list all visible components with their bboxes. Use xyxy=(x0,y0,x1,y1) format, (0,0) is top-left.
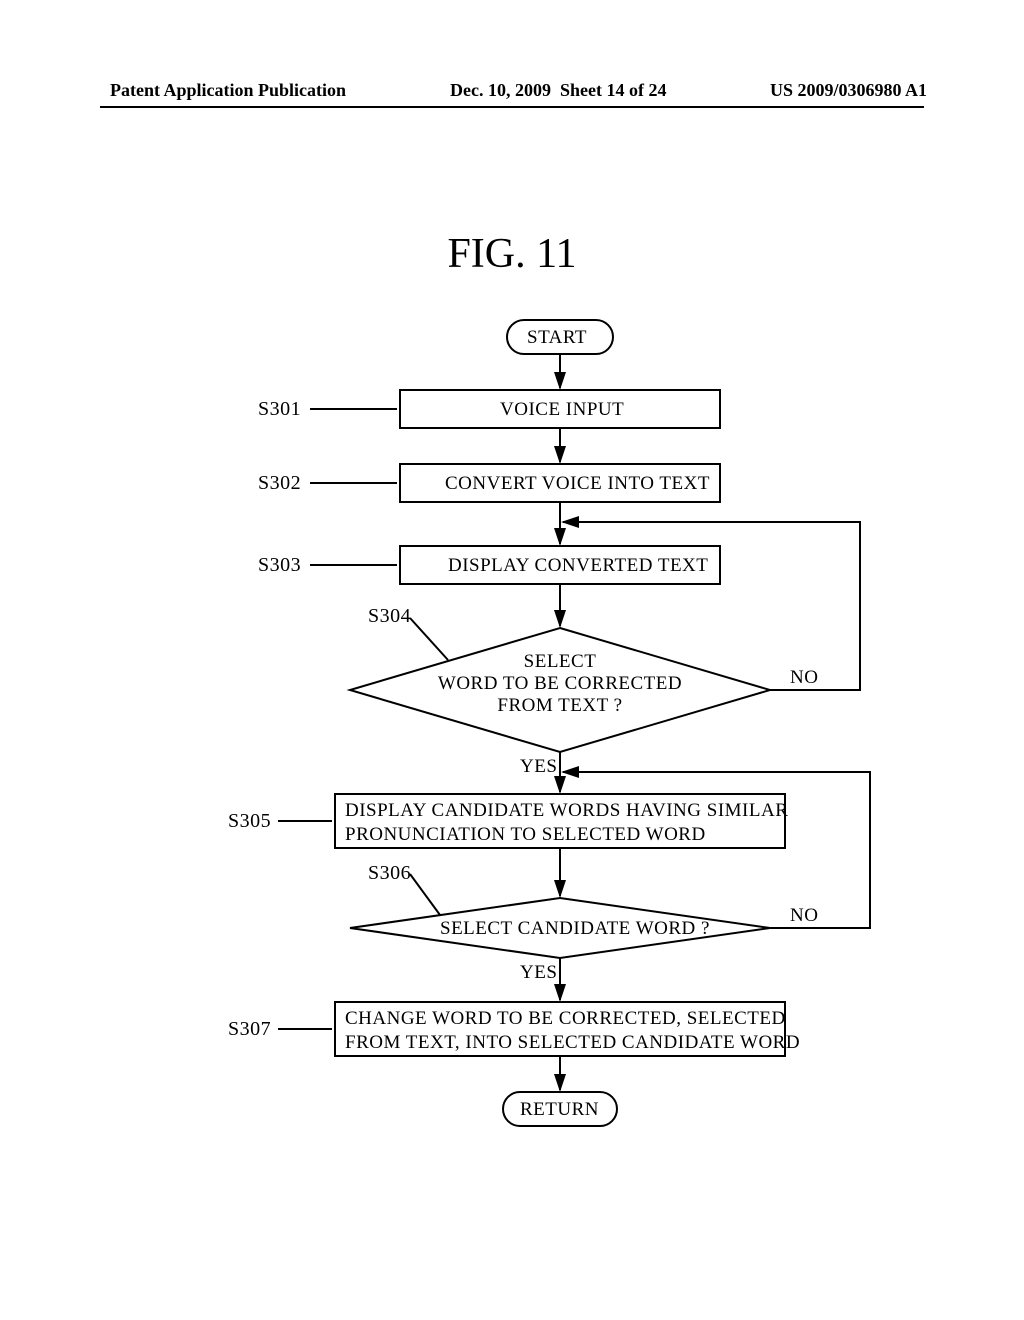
s301-id: S301 xyxy=(258,398,301,421)
s304-no: NO xyxy=(790,667,818,689)
s304-text: SELECT WORD TO BE CORRECTED FROM TEXT ? xyxy=(430,651,690,717)
s307-id: S307 xyxy=(228,1018,271,1041)
s302-id: S302 xyxy=(258,472,301,495)
s305-text: DISPLAY CANDIDATE WORDS HAVING SIMILAR P… xyxy=(345,799,788,847)
s305-id: S305 xyxy=(228,810,271,833)
s306-leader xyxy=(410,874,440,915)
s303-id: S303 xyxy=(258,554,301,577)
s306-id: S306 xyxy=(368,862,411,885)
s307-text: CHANGE WORD TO BE CORRECTED, SELECTED FR… xyxy=(345,1007,800,1055)
s304-id: S304 xyxy=(368,605,411,628)
s303-text: DISPLAY CONVERTED TEXT xyxy=(448,555,708,577)
s306-no: NO xyxy=(790,905,818,927)
s304-yes: YES xyxy=(520,756,557,778)
s306-yes: YES xyxy=(520,962,557,984)
return-label: RETURN xyxy=(520,1099,599,1121)
start-label: START xyxy=(527,327,587,349)
s301-text: VOICE INPUT xyxy=(500,399,624,421)
s306-text: SELECT CANDIDATE WORD ? xyxy=(440,918,710,940)
s302-text: CONVERT VOICE INTO TEXT xyxy=(445,473,710,495)
